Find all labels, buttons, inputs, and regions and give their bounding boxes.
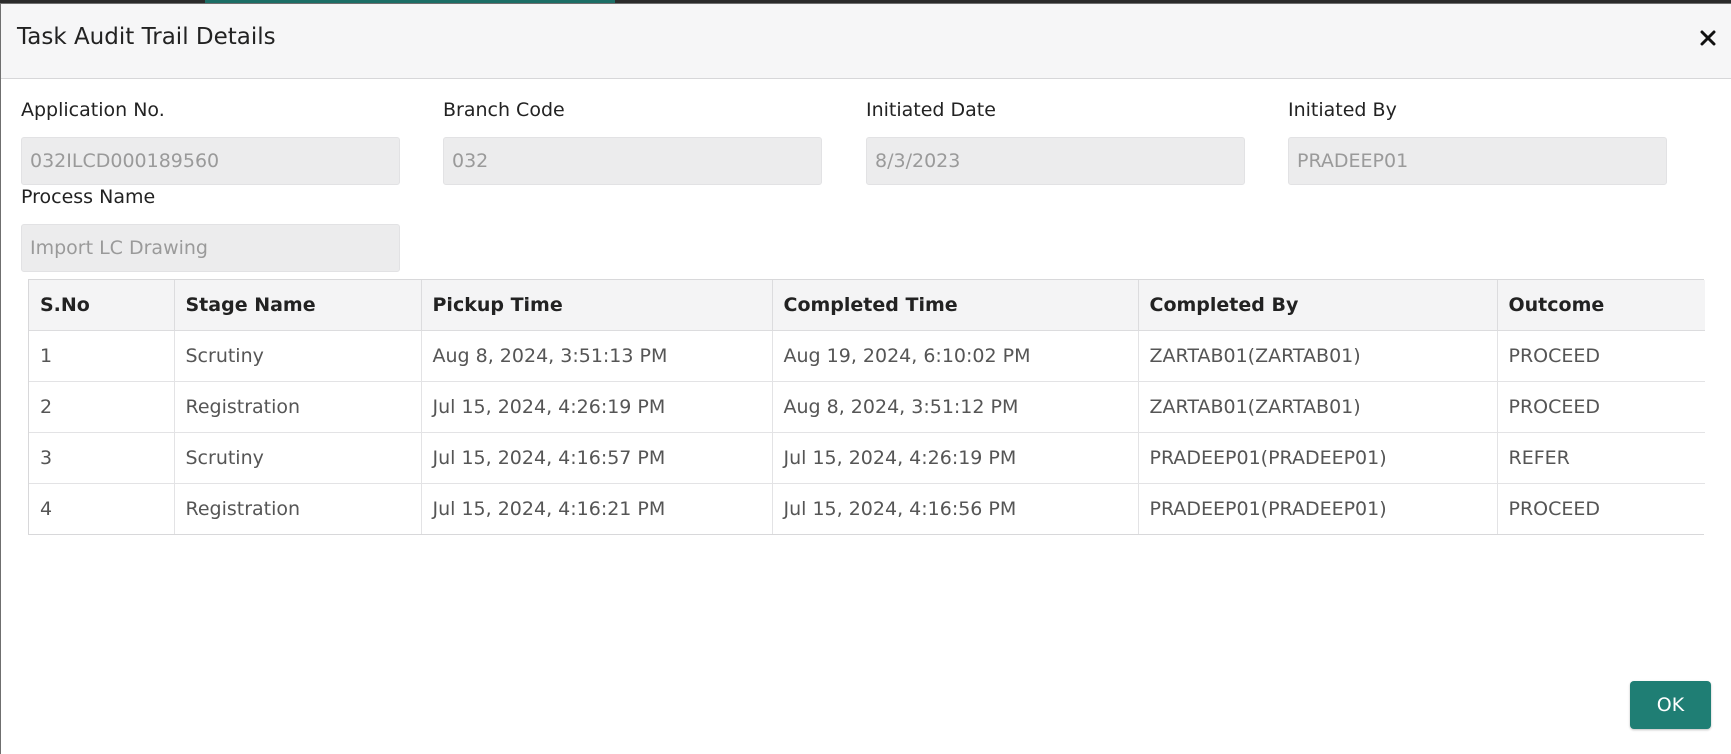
column-header-pickup-time[interactable]: Pickup Time: [421, 280, 773, 331]
cell-sno: 4: [29, 483, 175, 534]
cell-outcome: PROCEED: [1508, 497, 1601, 520]
cell-stage-name: Scrutiny: [174, 432, 422, 484]
cell-stage-name: Registration: [174, 381, 422, 433]
table-header-row: S.No Stage Name Pickup Time Completed Ti…: [29, 280, 1705, 331]
cell-completed-time: Jul 15, 2024, 4:26:19 PM: [772, 432, 1139, 484]
application-no-label: Application No.: [21, 99, 165, 121]
initiated-by-field: Initiated By PRADEEP01: [1288, 96, 1667, 185]
application-no-field: Application No. 032ILCD000189560: [21, 96, 400, 185]
column-header-completed-time[interactable]: Completed Time: [772, 280, 1139, 331]
column-header-sno[interactable]: S.No: [29, 280, 175, 331]
cell-stage-name: Scrutiny: [174, 330, 422, 382]
cell-sno: 2: [29, 381, 175, 433]
cell-completed-by: PRADEEP01(PRADEEP01): [1138, 432, 1498, 484]
initiated-by-input[interactable]: PRADEEP01: [1288, 137, 1667, 185]
cell-pickup-time: Jul 15, 2024, 4:16:57 PM: [421, 432, 773, 484]
dialog-header: Task Audit Trail Details: [1, 4, 1731, 79]
cell-completed-time: Aug 19, 2024, 6:10:02 PM: [772, 330, 1139, 382]
cell-sno: 1: [29, 330, 175, 382]
cell-stage-name: Registration: [174, 483, 422, 534]
table-row[interactable]: 1 Scrutiny Aug 8, 2024, 3:51:13 PM Aug 1…: [29, 330, 1705, 382]
initiated-date-input[interactable]: 8/3/2023: [866, 137, 1245, 185]
process-name-field: Process Name Import LC Drawing: [21, 183, 400, 272]
audit-trail-dialog: Task Audit Trail Details Application No.…: [0, 3, 1731, 754]
cell-completed-by: ZARTAB01(ZARTAB01): [1138, 330, 1498, 382]
cell-pickup-time: Jul 15, 2024, 4:16:21 PM: [421, 483, 773, 534]
initiated-date-label: Initiated Date: [866, 99, 996, 121]
close-button[interactable]: [1693, 23, 1723, 53]
initiated-by-label: Initiated By: [1288, 99, 1397, 121]
initiated-date-field: Initiated Date 8/3/2023: [866, 96, 1245, 185]
cell-completed-by: PRADEEP01(PRADEEP01): [1138, 483, 1498, 534]
branch-code-field: Branch Code 032: [443, 96, 822, 185]
ok-button[interactable]: OK: [1630, 681, 1711, 729]
table-row[interactable]: 2 Registration Jul 15, 2024, 4:26:19 PM …: [29, 381, 1705, 433]
table-row[interactable]: 3 Scrutiny Jul 15, 2024, 4:16:57 PM Jul …: [29, 432, 1705, 484]
column-header-outcome[interactable]: Outcome: [1497, 280, 1705, 331]
cell-outcome: PROCEED: [1497, 330, 1705, 382]
cell-completed-by: ZARTAB01(ZARTAB01): [1138, 381, 1498, 433]
audit-trail-table: S.No Stage Name Pickup Time Completed Ti…: [28, 279, 1705, 535]
cell-pickup-time: Jul 15, 2024, 4:26:19 PM: [421, 381, 773, 433]
column-header-stage-name[interactable]: Stage Name: [174, 280, 422, 331]
application-no-input[interactable]: 032ILCD000189560: [21, 137, 400, 185]
cell-outcome: PROCEED: [1497, 381, 1705, 433]
cell-completed-time: Jul 15, 2024, 4:16:56 PM: [772, 483, 1139, 534]
branch-code-input[interactable]: 032: [443, 137, 822, 185]
table-row[interactable]: 4 Registration Jul 15, 2024, 4:16:21 PM …: [29, 483, 1705, 534]
cell-sno: 3: [29, 432, 175, 484]
branch-code-label: Branch Code: [443, 99, 565, 121]
cell-completed-time: Aug 8, 2024, 3:51:12 PM: [772, 381, 1139, 433]
process-name-label: Process Name: [21, 186, 156, 208]
cell-outcome: REFER: [1497, 432, 1705, 484]
close-icon: [1700, 30, 1716, 46]
column-header-completed-by[interactable]: Completed By: [1138, 280, 1498, 331]
dialog-title: Task Audit Trail Details: [17, 24, 276, 50]
cell-pickup-time: Aug 8, 2024, 3:51:13 PM: [421, 330, 773, 382]
process-name-input[interactable]: Import LC Drawing: [21, 224, 400, 272]
